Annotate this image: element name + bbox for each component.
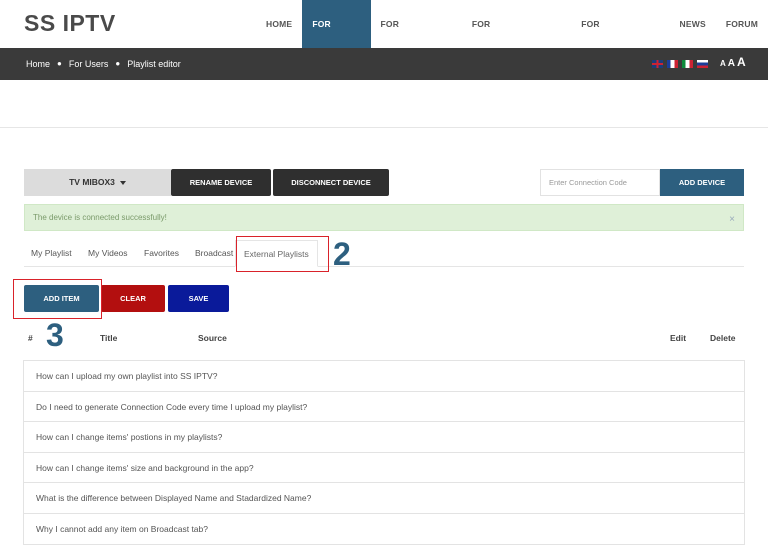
- breadcrumb-playlist-editor: Playlist editor: [127, 59, 181, 69]
- nav-for-users[interactable]: FOR USERS: [302, 0, 371, 77]
- device-name: TV MIBOX3: [69, 177, 115, 187]
- it-flag-icon[interactable]: [682, 60, 693, 68]
- clear-button[interactable]: CLEAR: [101, 285, 165, 312]
- disconnect-device-button[interactable]: DISCONNECT DEVICE: [273, 169, 389, 196]
- breadcrumb-separator: ●: [115, 59, 121, 68]
- language-selector: [652, 60, 708, 68]
- connection-code-input[interactable]: Enter Connection Code: [540, 169, 660, 196]
- tab-favorites[interactable]: Favorites: [144, 240, 179, 267]
- playlist-tabs: My Playlist My Videos Favorites Broadcas…: [24, 240, 744, 267]
- tab-my-playlist[interactable]: My Playlist: [31, 240, 72, 267]
- ru-flag-icon[interactable]: [697, 60, 708, 68]
- uk-flag-icon[interactable]: [652, 60, 663, 68]
- column-title: Title: [100, 333, 118, 343]
- add-device-button[interactable]: ADD DEVICE: [660, 169, 744, 196]
- font-medium-button[interactable]: A: [728, 58, 735, 69]
- font-size-controls: A A A: [720, 55, 746, 69]
- success-alert: The device is connected successfully! ×: [24, 204, 744, 231]
- breadcrumb-home[interactable]: Home: [26, 48, 50, 80]
- main-nav: HOME FOR USERS FOR OPERATORS FOR BROADCA…: [256, 0, 768, 77]
- nav-news[interactable]: NEWS: [670, 0, 716, 48]
- column-number: #: [28, 333, 33, 343]
- save-button[interactable]: SAVE: [168, 285, 229, 312]
- breadcrumb-for-users[interactable]: For Users: [69, 48, 109, 80]
- device-dropdown[interactable]: TV MIBOX3: [24, 169, 171, 196]
- column-source: Source: [198, 333, 227, 343]
- fr-flag-icon[interactable]: [667, 60, 678, 68]
- alert-message: The device is connected successfully!: [33, 213, 167, 222]
- faq-item[interactable]: Why I cannot add any item on Broadcast t…: [24, 514, 744, 545]
- faq-item[interactable]: How can I change items' postions in my p…: [24, 422, 744, 453]
- highlight-box-add-item: [13, 279, 102, 319]
- top-bar: SS IPTV HOME FOR USERS FOR OPERATORS FOR…: [0, 0, 768, 77]
- faq-item[interactable]: How can I change items' size and backgro…: [24, 453, 744, 483]
- nav-home[interactable]: HOME: [256, 0, 302, 48]
- tab-my-videos[interactable]: My Videos: [88, 240, 128, 267]
- faq-item[interactable]: What is the difference between Displayed…: [24, 483, 744, 514]
- faq-item[interactable]: How can I upload my own playlist into SS…: [24, 361, 744, 392]
- column-delete: Delete: [710, 333, 736, 343]
- close-icon[interactable]: ×: [729, 207, 735, 232]
- font-small-button[interactable]: A: [720, 59, 726, 68]
- step-2-annotation: 2: [333, 236, 351, 272]
- breadcrumb-separator: ●: [57, 59, 62, 68]
- faq-item[interactable]: Do I need to generate Connection Code ev…: [24, 392, 744, 422]
- breadcrumb: Home ● For Users ● Playlist editor: [26, 48, 181, 80]
- site-logo[interactable]: SS IPTV: [24, 10, 116, 37]
- column-edit: Edit: [670, 333, 687, 343]
- table-header: # Title Source Edit Delete: [24, 331, 744, 347]
- caret-down-icon: [119, 180, 126, 185]
- section-divider: [0, 127, 768, 128]
- nav-forum[interactable]: FORUM: [716, 0, 768, 48]
- nav-for-broadcasters[interactable]: FOR BROADCASTERS: [462, 0, 571, 77]
- rename-device-button[interactable]: RENAME DEVICE: [171, 169, 271, 196]
- nav-for-operators[interactable]: FOR OPERATORS: [371, 0, 462, 77]
- nav-for-advertisers[interactable]: FOR ADVERTISERS: [571, 0, 669, 77]
- faq-list: How can I upload my own playlist into SS…: [23, 360, 745, 545]
- font-large-button[interactable]: A: [737, 55, 746, 69]
- highlight-box-tab: [236, 236, 329, 272]
- tab-broadcast[interactable]: Broadcast: [195, 240, 233, 267]
